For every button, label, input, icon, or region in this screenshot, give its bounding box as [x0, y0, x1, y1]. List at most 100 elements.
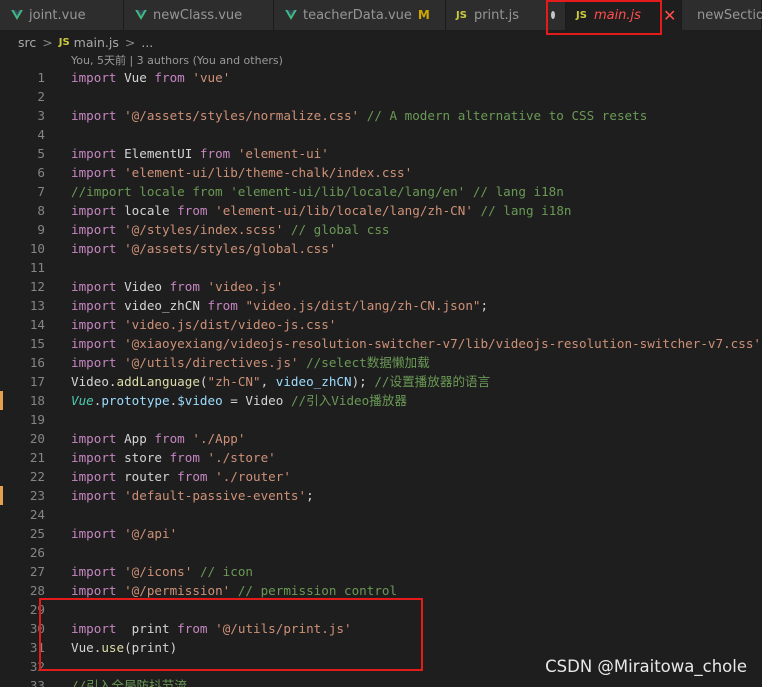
code-line[interactable]: 4	[0, 125, 762, 144]
code-text: import ElementUI from 'element-ui'	[71, 144, 329, 163]
line-number: 28	[29, 583, 45, 598]
code-token: '@/assets/styles/global.css'	[124, 241, 337, 256]
code-token: import	[71, 146, 117, 161]
code-line[interactable]: 18 Vue.prototype.$video = Video //引入Video…	[0, 391, 762, 410]
code-token: // icon	[199, 564, 254, 579]
line-number: 26	[29, 545, 45, 560]
js-file-icon: JS	[58, 36, 70, 48]
code-token: import	[71, 222, 117, 237]
code-token: //引入Video播放器	[290, 393, 407, 408]
code-token: = Video	[222, 393, 291, 408]
code-line[interactable]: 28 import '@/permission' // permission co…	[0, 581, 762, 600]
code-token: video_zhCN	[116, 298, 208, 313]
code-line[interactable]: 19	[0, 410, 762, 429]
code-line[interactable]: 26	[0, 543, 762, 562]
code-token: import	[71, 279, 117, 294]
code-token: './App'	[192, 431, 246, 446]
code-line[interactable]: 5 import ElementUI from 'element-ui'	[0, 144, 762, 163]
code-token: Vue	[116, 70, 155, 85]
code-token: "video.js/dist/lang/zh-CN.json"	[245, 298, 481, 313]
code-line[interactable]: 16 import '@/utils/directives.js' //selec…	[0, 353, 762, 372]
codelens-authors[interactable]: You, 5天前 | 3 authors (You and others)	[71, 54, 283, 68]
code-text: import video_zhCN from "video.js/dist/la…	[71, 296, 488, 315]
code-line[interactable]: 29	[0, 600, 762, 619]
breadcrumb-folder[interactable]: src	[18, 35, 36, 50]
line-number: 32	[29, 659, 45, 674]
code-token: 'element-ui/lib/locale/lang/zh-CN'	[215, 203, 473, 218]
breadcrumb-more[interactable]: ...	[141, 35, 153, 50]
code-text: Vue.prototype.$video = Video //引入Video播放…	[71, 391, 407, 410]
code-text: import Video from 'video.js'	[71, 277, 283, 296]
code-line[interactable]: 17 Video.addLanguage("zh-CN", video_zhCN)…	[0, 372, 762, 391]
line-number: 30	[29, 621, 45, 636]
code-token: "zh-CN"	[207, 374, 261, 389]
tab-label: joint.vue	[29, 7, 86, 23]
code-line[interactable]: 23 import 'default-passive-events';	[0, 486, 762, 505]
code-line[interactable]: 7 //import locale from 'element-ui/lib/lo…	[0, 182, 762, 201]
tab-joint-vue[interactable]: joint.vue	[0, 0, 124, 30]
code-line[interactable]: 15 import '@xiaoyexiang/videojs-resolutio…	[0, 334, 762, 353]
code-line[interactable]: 8 import locale from 'element-ui/lib/loca…	[0, 201, 762, 220]
tab-newsection[interactable]: newSection	[682, 0, 762, 30]
code-line[interactable]: 12 import Video from 'video.js'	[0, 277, 762, 296]
code-line[interactable]: 24	[0, 505, 762, 524]
code-line[interactable]: 6 import 'element-ui/lib/theme-chalk/inde…	[0, 163, 762, 182]
code-line[interactable]: 1 import Vue from 'vue'	[0, 68, 762, 87]
unsaved-dot-icon[interactable]	[551, 11, 555, 19]
code-text: import '@/styles/index.scss' // global c…	[71, 220, 390, 239]
code-token: Video	[116, 279, 170, 294]
line-number: 24	[29, 507, 45, 522]
code-text: import 'element-ui/lib/theme-chalk/index…	[71, 163, 412, 182]
code-text: Vue.use(print)	[71, 638, 177, 657]
code-token: // A modern alternative to CSS resets	[366, 108, 648, 123]
code-text: import '@/utils/directives.js' //select数…	[71, 353, 430, 372]
code-line[interactable]: 27 import '@/icons' // icon	[0, 562, 762, 581]
code-line[interactable]: 13 import video_zhCN from "video.js/dist/…	[0, 296, 762, 315]
code-text: Video.addLanguage("zh-CN", video_zhCN); …	[71, 372, 490, 391]
code-line[interactable]: 30 import print from '@/utils/print.js'	[0, 619, 762, 638]
code-token: import	[71, 469, 117, 484]
code-line[interactable]: 21 import store from './store'	[0, 448, 762, 467]
code-token: '@/utils/directives.js'	[124, 355, 299, 370]
code-text: import locale from 'element-ui/lib/local…	[71, 201, 572, 220]
code-line[interactable]: 33 //引入全局防抖节流	[0, 676, 762, 687]
code-token: 'vue'	[192, 70, 231, 85]
tab-teacherdata-vue[interactable]: teacherData.vue M	[274, 0, 446, 30]
breadcrumb-file[interactable]: main.js	[74, 35, 119, 50]
line-number: 8	[37, 203, 45, 218]
code-line[interactable]: 22 import router from './router'	[0, 467, 762, 486]
code-line[interactable]: 9 import '@/styles/index.scss' // global …	[0, 220, 762, 239]
code-line[interactable]: 14 import 'video.js/dist/video-js.css'	[0, 315, 762, 334]
close-icon[interactable]: ✕	[663, 6, 676, 25]
tab-main-js[interactable]: JS main.js ✕	[566, 0, 682, 30]
code-line[interactable]: 11	[0, 258, 762, 277]
code-token: import	[71, 70, 117, 85]
code-line[interactable]: 2	[0, 87, 762, 106]
line-number: 19	[29, 412, 45, 427]
code-text: import Vue from 'vue'	[71, 68, 230, 87]
code-token: ElementUI	[116, 146, 200, 161]
code-line[interactable]: 10 import '@/assets/styles/global.css'	[0, 239, 762, 258]
line-number: 25	[29, 526, 45, 541]
code-line[interactable]: 25 import '@/api'	[0, 524, 762, 543]
tab-label: newClass.vue	[153, 7, 243, 23]
code-editor[interactable]: 1 import Vue from 'vue' 2 3 import '@/assets…	[0, 68, 762, 687]
tab-print-js[interactable]: JS print.js	[446, 0, 566, 30]
line-number: 10	[29, 241, 45, 256]
code-token: 'video.js/dist/video-js.css'	[124, 317, 337, 332]
code-token: from	[169, 279, 200, 294]
code-token: '@xiaoyexiang/videojs-resolution-switche…	[124, 336, 761, 351]
tab-newclass-vue[interactable]: newClass.vue	[124, 0, 274, 30]
code-line[interactable]: 31 Vue.use(print)	[0, 638, 762, 657]
code-line[interactable]: 20 import App from './App'	[0, 429, 762, 448]
vue-icon	[285, 10, 297, 20]
line-number: 33	[29, 678, 45, 687]
code-line[interactable]: 3 import '@/assets/styles/normalize.css' …	[0, 106, 762, 125]
